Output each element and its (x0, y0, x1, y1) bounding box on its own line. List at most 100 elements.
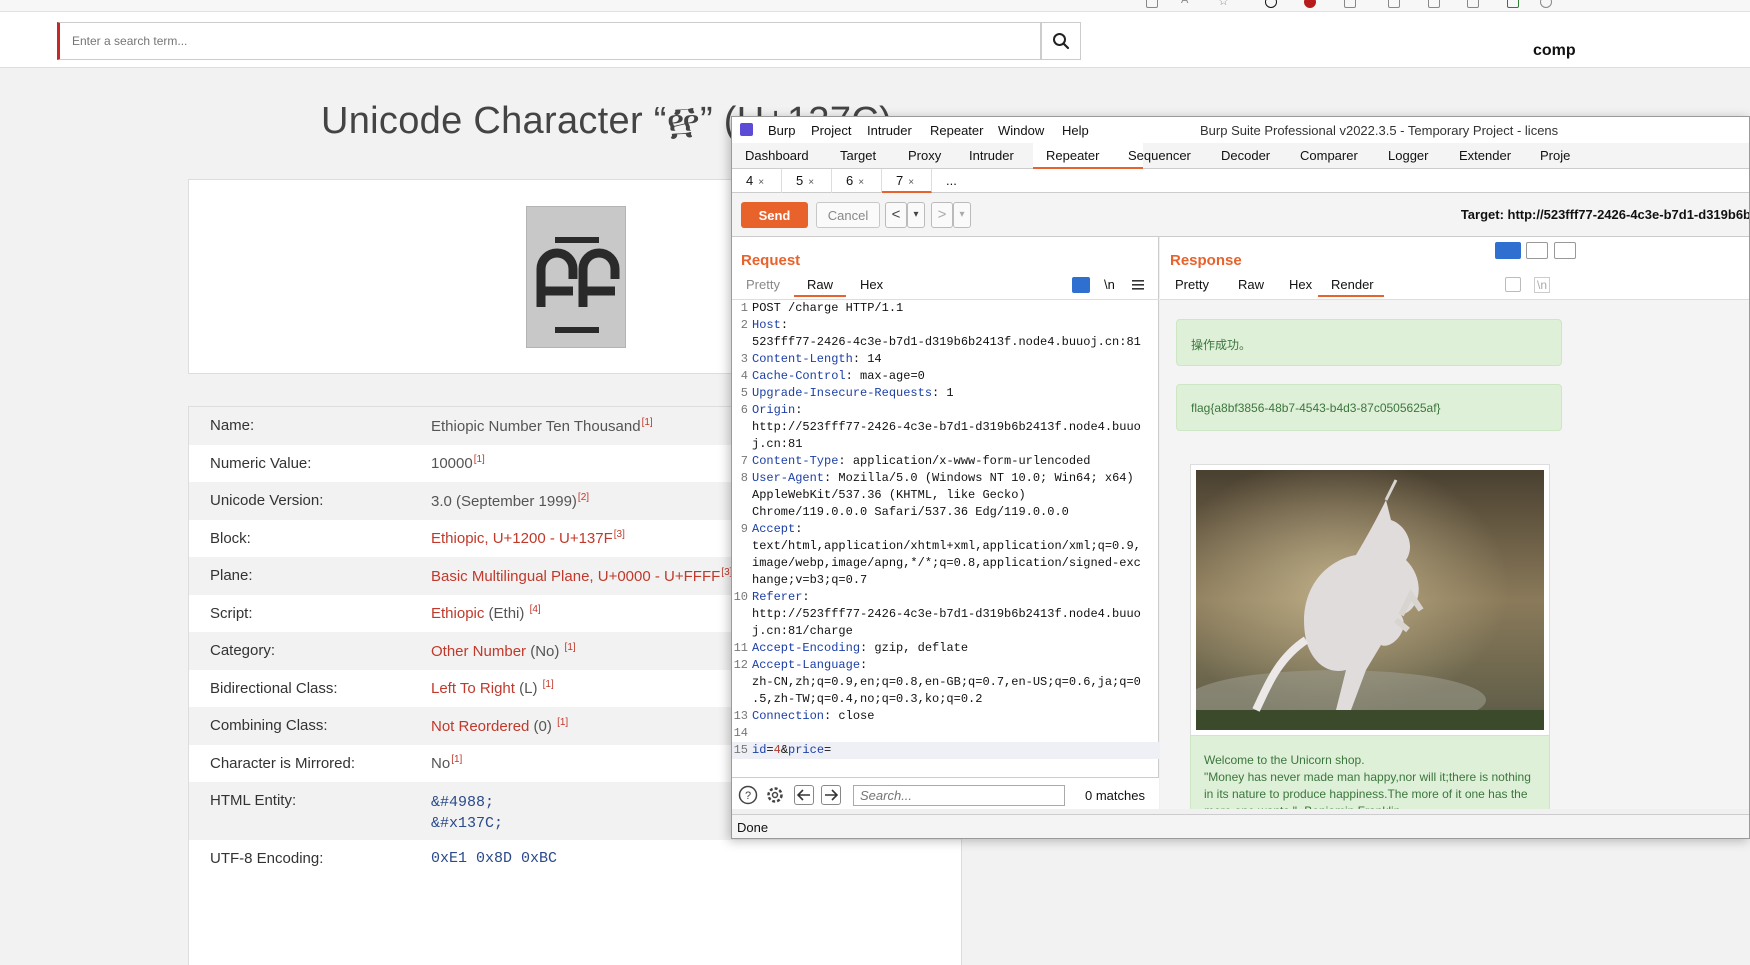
response-view-pretty[interactable]: Pretty (1175, 277, 1209, 292)
menu-repeater[interactable]: Repeater (930, 123, 983, 138)
repeater-tab-5[interactable]: 5 × (782, 169, 832, 193)
cancel-button[interactable]: Cancel (816, 202, 880, 228)
request-view-pretty[interactable]: Pretty (746, 277, 780, 292)
tab-dashboard[interactable]: Dashboard (745, 148, 809, 163)
history-back-button[interactable]: < (885, 202, 907, 228)
tab-project-options[interactable]: Proje (1540, 148, 1570, 163)
response-view-raw[interactable]: Raw (1238, 277, 1264, 292)
citation-link[interactable]: [2] (578, 492, 589, 503)
favorite-star-icon[interactable]: ☆ (1218, 0, 1230, 8)
citation-link[interactable]: [4] (530, 604, 541, 615)
history-back-dropdown[interactable]: ▾ (907, 202, 925, 228)
favorites-icon[interactable] (1428, 0, 1440, 8)
request-line-text: 523fff77-2426-4c3e-b7d1-d319b6b2413f.nod… (752, 334, 1141, 351)
citation-link[interactable]: [1] (451, 754, 462, 765)
request-search-input[interactable] (853, 785, 1065, 806)
tab-logger[interactable]: Logger (1388, 148, 1428, 163)
property-link[interactable]: Left To Right (431, 680, 515, 697)
layout-side-by-side-icon[interactable] (1495, 242, 1521, 259)
search-button[interactable] (1041, 22, 1081, 60)
previous-match-icon[interactable] (794, 785, 814, 805)
history-forward-dropdown[interactable]: ▾ (953, 202, 971, 228)
read-aloud-icon[interactable]: A (1181, 0, 1193, 6)
tab-sequencer[interactable]: Sequencer (1128, 148, 1191, 163)
menu-intruder[interactable]: Intruder (867, 123, 912, 138)
property-value[interactable]: Ethiopic, U+1200 - U+137F[3] (431, 529, 625, 547)
window-title: Burp Suite Professional v2022.3.5 - Temp… (1200, 123, 1559, 138)
tab-repeater[interactable]: Repeater (1046, 148, 1099, 163)
property-link[interactable]: Ethiopic (431, 605, 484, 622)
profile-icon[interactable] (1540, 0, 1552, 8)
property-value: Ethiopic (Ethi) [4] (431, 604, 541, 623)
repeater-tab-new[interactable]: ... (932, 169, 982, 193)
property-value[interactable]: Basic Multilingual Plane, U+0000 - U+FFF… (431, 567, 732, 585)
close-icon[interactable]: × (908, 177, 914, 188)
menu-project[interactable]: Project (811, 123, 851, 138)
menu-help[interactable]: Help (1062, 123, 1089, 138)
layout-stacked-icon[interactable] (1526, 242, 1548, 259)
active-view-indicator (794, 295, 846, 297)
tab-intruder[interactable]: Intruder (969, 148, 1014, 163)
property-label: UTF-8 Encoding: (210, 850, 324, 868)
svg-text:?: ? (745, 790, 751, 802)
search-input[interactable] (60, 23, 1040, 59)
target-label[interactable]: Target: http://523fff77-2426-4c3e-b7d1-d… (1461, 207, 1749, 222)
extensions-puzzle-icon[interactable] (1344, 0, 1356, 8)
response-view-hex[interactable]: Hex (1289, 277, 1312, 292)
close-icon[interactable]: × (808, 177, 814, 188)
menu-burp[interactable]: Burp (768, 123, 795, 138)
request-view-raw[interactable]: Raw (807, 277, 833, 292)
split-screen-icon[interactable] (1388, 0, 1400, 8)
close-icon[interactable]: × (758, 177, 764, 188)
reader-icon[interactable] (1146, 0, 1158, 8)
repeater-tab-4[interactable]: 4 × (732, 169, 782, 193)
show-newlines-toggle[interactable]: \n (1534, 277, 1551, 293)
wrap-lines-icon[interactable] (1505, 277, 1521, 292)
property-link[interactable]: Not Reordered (431, 718, 529, 735)
request-view-hex[interactable]: Hex (860, 277, 883, 292)
citation-link[interactable]: [1] (642, 417, 653, 428)
repeater-tab-6[interactable]: 6 × (832, 169, 882, 193)
citation-link[interactable]: [3] (614, 529, 625, 540)
tab-proxy[interactable]: Proxy (908, 148, 941, 163)
tab-decoder[interactable]: Decoder (1221, 148, 1270, 163)
request-line: 3 Content-Length: 14 (732, 351, 1159, 368)
layout-tabbed-icon[interactable] (1554, 242, 1576, 259)
tab-extender[interactable]: Extender (1459, 148, 1511, 163)
site-header: comp (0, 12, 1750, 68)
send-button[interactable]: Send (741, 202, 808, 228)
site-brand[interactable]: comp (1533, 42, 1576, 60)
body-token: id (752, 743, 767, 757)
menu-window[interactable]: Window (998, 123, 1044, 138)
request-editor[interactable]: 1 POST /charge HTTP/1.1 2 Host: 523fff77-242… (732, 299, 1159, 777)
close-icon[interactable]: × (858, 177, 864, 188)
citation-link[interactable]: [1] (474, 454, 485, 465)
collections-icon[interactable] (1467, 0, 1479, 8)
menu-icon[interactable] (1132, 280, 1144, 290)
header-value: AppleWebKit/537.36 (KHTML, like Gecko) (752, 488, 1026, 502)
repeater-tab-7[interactable]: 7 × (882, 169, 932, 193)
help-icon[interactable]: ? (738, 785, 758, 805)
show-newlines-toggle[interactable]: \n (1104, 277, 1115, 292)
citation-link[interactable]: [1] (557, 717, 568, 728)
extension-red-icon[interactable] (1304, 0, 1316, 8)
next-match-icon[interactable] (821, 785, 841, 805)
history-forward-button[interactable]: > (931, 202, 953, 228)
line-number (732, 572, 752, 589)
response-view-render[interactable]: Render (1331, 277, 1374, 292)
citation-link[interactable]: [1] (543, 679, 554, 690)
wrap-lines-icon[interactable] (1072, 277, 1090, 293)
extension-icon[interactable] (1265, 0, 1277, 8)
property-label: Bidirectional Class: (210, 679, 338, 697)
property-link[interactable]: Other Number (431, 643, 526, 660)
tab-comparer[interactable]: Comparer (1300, 148, 1358, 163)
search-icon (1053, 33, 1070, 50)
property-value: Left To Right (L) [1] (431, 679, 554, 698)
security-icon[interactable] (1507, 0, 1519, 8)
property-value: 10000[1] (431, 454, 485, 473)
header-value: POST /charge HTTP/1.1 (752, 301, 904, 315)
citation-link[interactable]: [1] (565, 642, 576, 653)
settings-gear-icon[interactable] (765, 785, 785, 805)
request-line: 2 Host: (732, 317, 1159, 334)
tab-target[interactable]: Target (840, 148, 876, 163)
